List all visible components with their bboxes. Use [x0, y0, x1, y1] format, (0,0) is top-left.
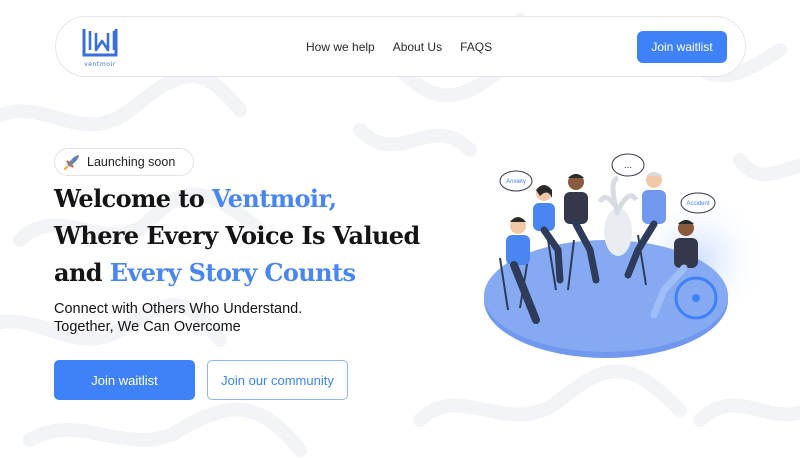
- support-group-illustration: Anxiety ... Accident: [484, 153, 768, 358]
- title-line-2: Where Every Voice Is Valued: [54, 221, 420, 250]
- logo-wordmark: ventmoir: [84, 61, 116, 68]
- ventmoir-logo[interactable]: ventmoir: [78, 25, 122, 71]
- bubble-anxiety: Anxiety: [506, 179, 526, 185]
- join-waitlist-button[interactable]: Join waitlist: [54, 360, 195, 400]
- title-brand-accent: Ventmoir,: [211, 184, 337, 213]
- nav-link-how-we-help[interactable]: How we help: [306, 40, 375, 54]
- bubble-ellipsis: ...: [624, 160, 632, 171]
- hero-subtitle: Connect with Others Who Understand. Toge…: [54, 300, 302, 336]
- title-line-1-text: Welcome to: [54, 184, 212, 213]
- subtitle-line-2: Together, We Can Overcome: [54, 319, 241, 335]
- badge-label: Launching soon: [87, 155, 176, 169]
- title-story-accent: Every Story Counts: [109, 258, 356, 287]
- title-line-1: Welcome to Ventmoir,: [54, 180, 454, 217]
- title-line-3: and Every Story Counts: [54, 254, 454, 291]
- navbar: ventmoir How we help About Us FAQS Join …: [55, 16, 746, 77]
- subtitle-line-1: Connect with Others Who Understand.: [54, 301, 303, 317]
- bubble-accident: Accident: [686, 201, 709, 207]
- nav-link-faqs[interactable]: FAQS: [460, 40, 492, 54]
- nav-links: How we help About Us FAQS: [306, 40, 492, 54]
- rocket-icon: [64, 155, 79, 170]
- logo-mark-icon: [82, 29, 118, 57]
- hero-title: Welcome to Ventmoir, Where Every Voice I…: [54, 180, 454, 291]
- launching-soon-badge: Launching soon: [54, 148, 194, 176]
- nav-join-waitlist-button[interactable]: Join waitlist: [637, 31, 727, 63]
- title-line-3-text: and: [54, 258, 110, 287]
- join-community-button[interactable]: Join our community: [207, 360, 348, 400]
- nav-link-about-us[interactable]: About Us: [393, 40, 442, 54]
